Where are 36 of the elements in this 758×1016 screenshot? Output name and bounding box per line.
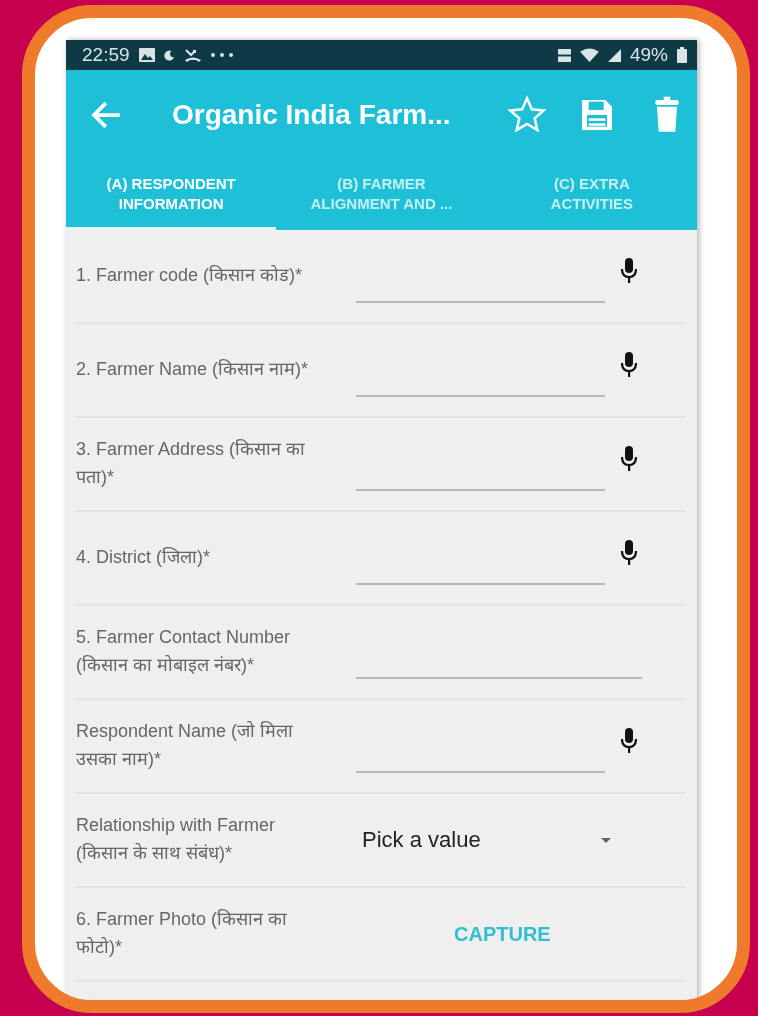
dropdown-caret-icon bbox=[601, 837, 611, 843]
microphone-icon bbox=[621, 540, 637, 566]
wifi-icon bbox=[579, 47, 599, 63]
microphone-icon bbox=[621, 258, 637, 284]
field-label: 6. Farmer Photo (किसान का फोटो)* bbox=[76, 908, 289, 959]
status-time: 22:59 bbox=[82, 44, 130, 66]
capture-button[interactable]: CAPTURE bbox=[448, 921, 557, 947]
field-label: 2. Farmer Name (किसान नाम)* bbox=[76, 358, 310, 382]
tab[interactable]: (C) EXTRA ACTIVITIES bbox=[486, 160, 697, 230]
picture-icon bbox=[138, 48, 155, 62]
field-label: 5. Farmer Contact Number (किसान का मोबाइल नंबर)* bbox=[76, 626, 292, 677]
field-label: Respondent Name (जो मिला उसका नाम)* bbox=[76, 720, 295, 771]
microphone-button[interactable] bbox=[621, 258, 637, 284]
field-label: 3. Farmer Address (किसान का पता)* bbox=[76, 438, 307, 489]
microphone-icon bbox=[621, 352, 637, 378]
microphone-button[interactable] bbox=[621, 728, 637, 754]
microphone-button[interactable] bbox=[621, 446, 637, 472]
more-dots-icon bbox=[210, 53, 233, 57]
field-label: Relationship with Farmer (किसान के साथ संबंध)* bbox=[76, 814, 277, 865]
microphone-icon bbox=[621, 446, 637, 472]
dropdown[interactable]: Pick a value bbox=[356, 827, 621, 853]
favorite-button[interactable] bbox=[507, 95, 547, 135]
field-label: 1. Farmer code (किसान कोड)* bbox=[76, 264, 304, 288]
field-label: 4. District (जिला)* bbox=[76, 546, 211, 570]
app-title: Organic India Farm... bbox=[172, 99, 452, 131]
tab[interactable]: (B) FARMER ALIGNMENT AND ... bbox=[276, 160, 487, 230]
star-icon bbox=[507, 95, 547, 135]
moon-icon bbox=[163, 49, 175, 61]
battery-icon bbox=[677, 47, 687, 63]
microphone-button[interactable] bbox=[621, 352, 637, 378]
microphone-icon bbox=[621, 728, 637, 754]
microphone-button[interactable] bbox=[621, 540, 637, 566]
battery-level: 49% bbox=[629, 44, 668, 66]
phone-icon bbox=[183, 47, 202, 63]
signal-icon bbox=[607, 48, 621, 62]
tab[interactable]: (A) RESPONDENT INFORMATION bbox=[66, 160, 277, 230]
